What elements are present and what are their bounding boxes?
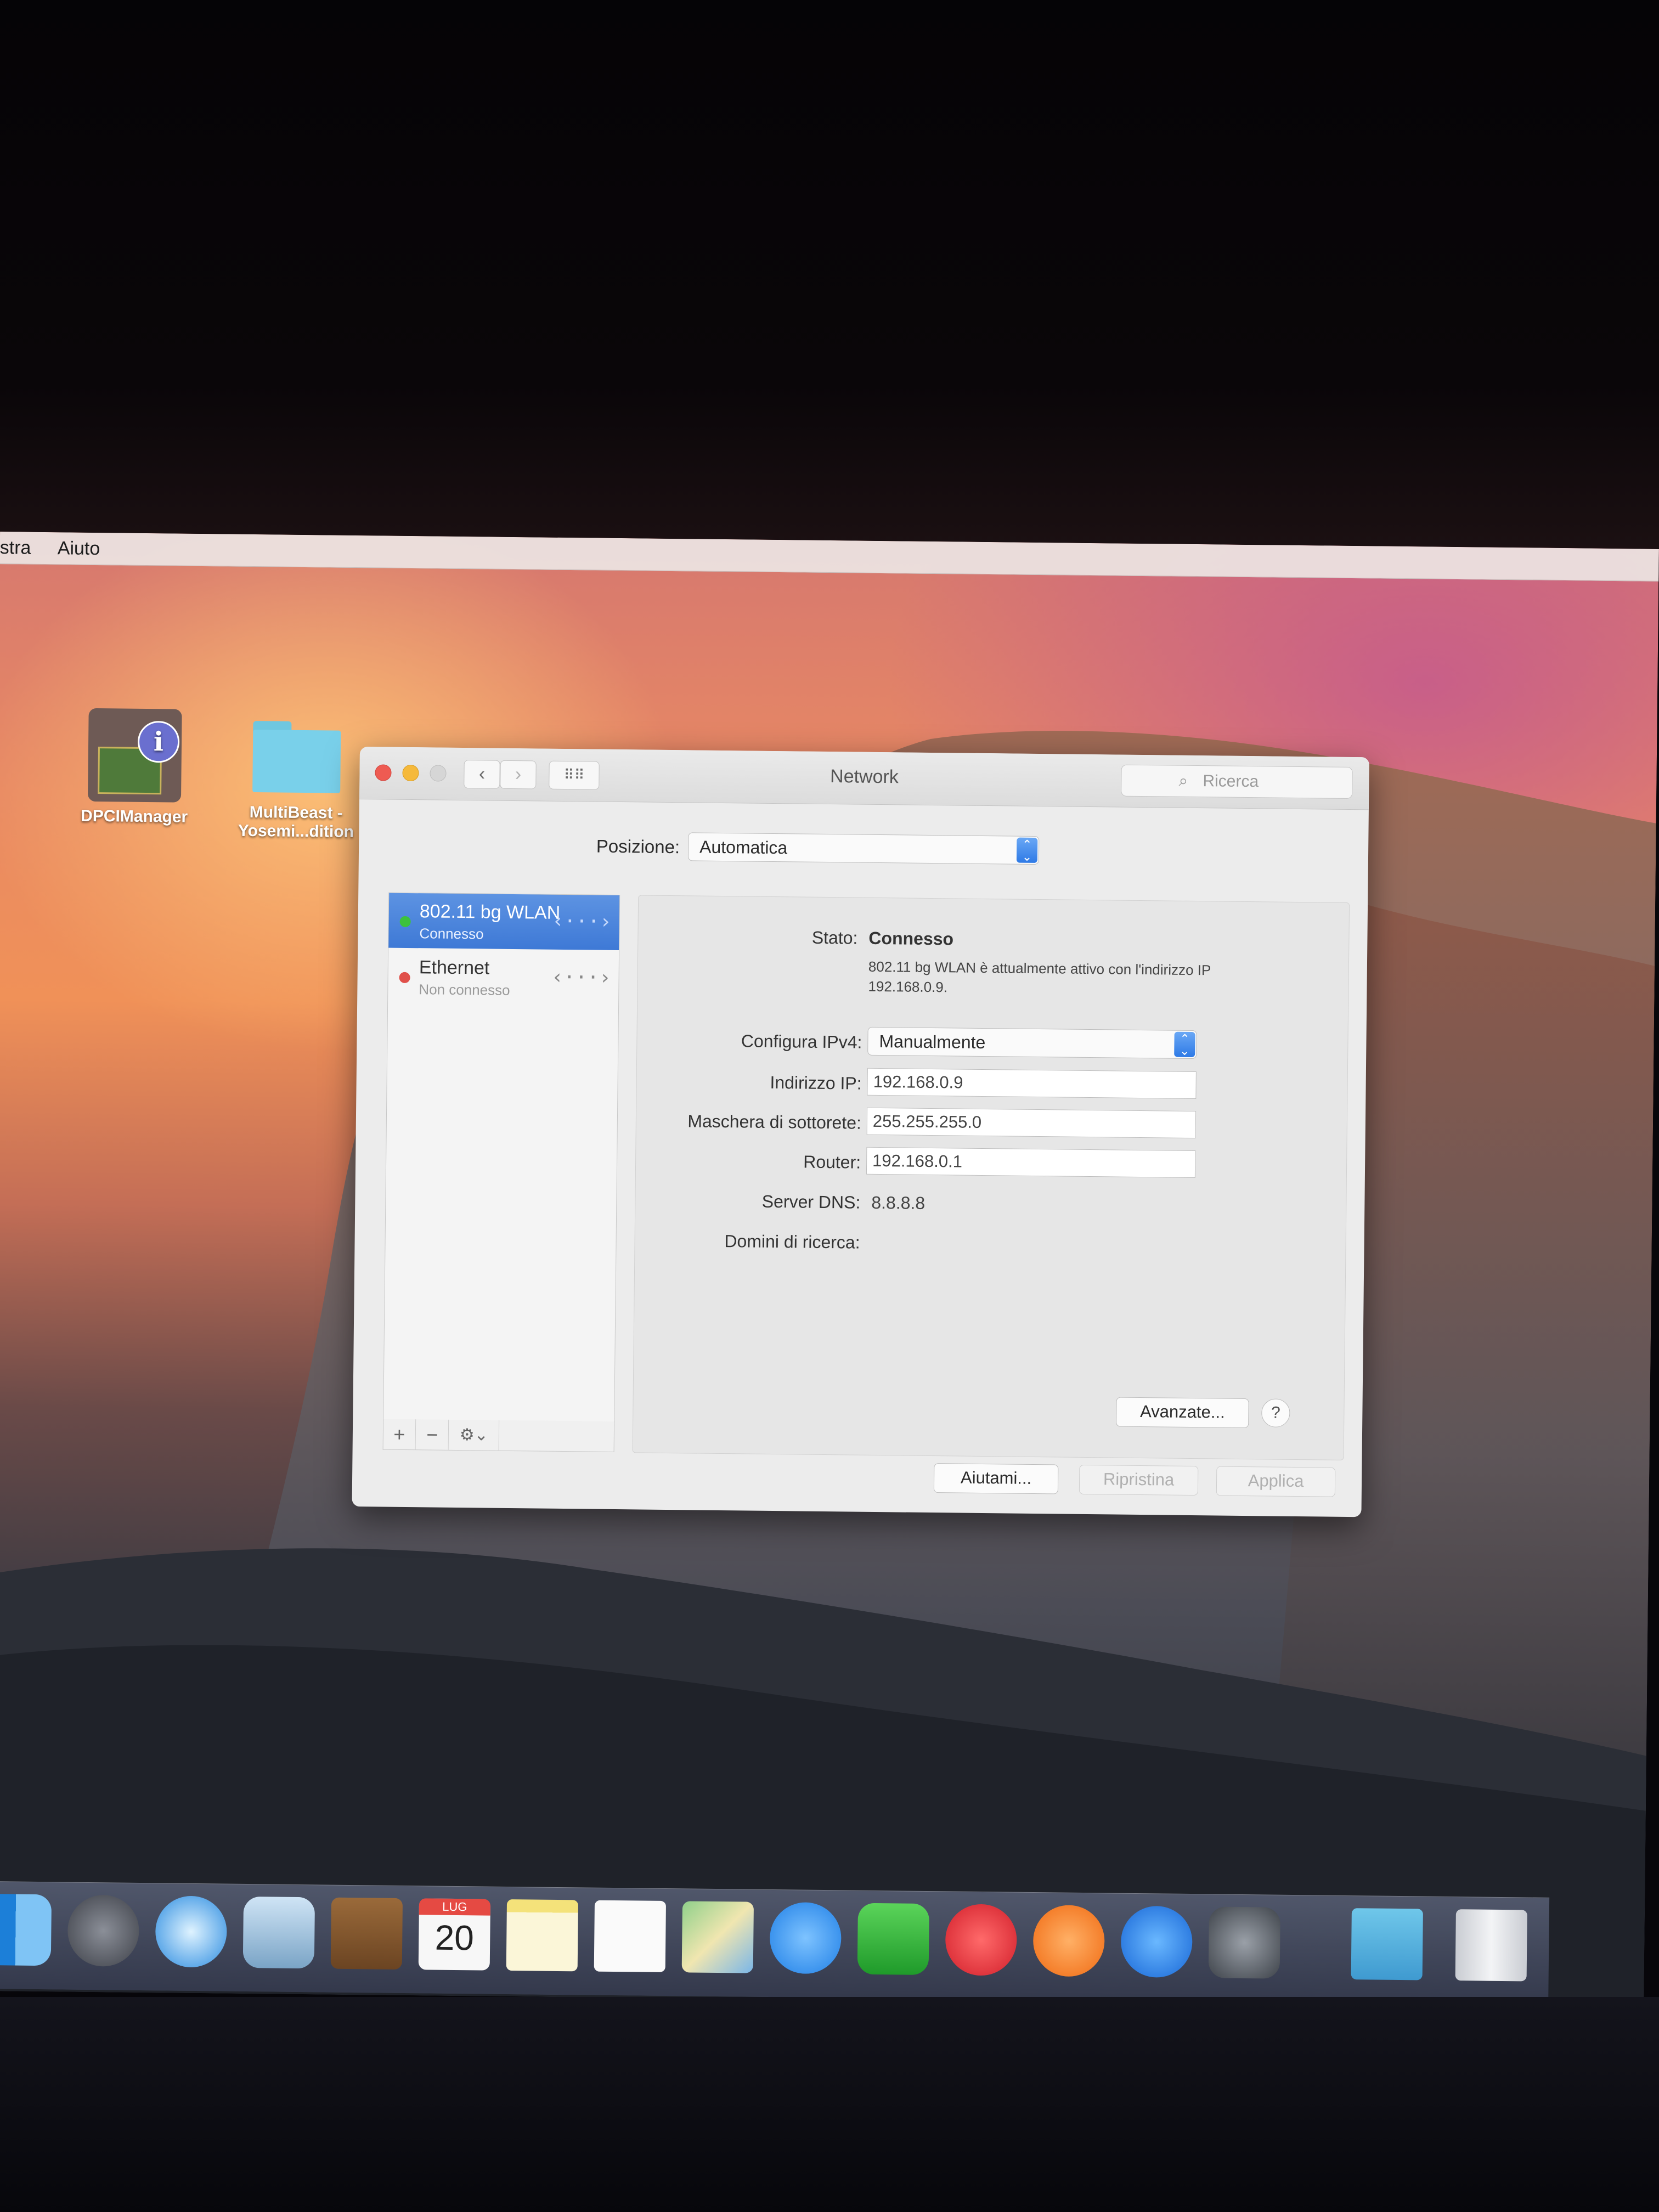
safari-icon[interactable] — [155, 1895, 228, 1968]
messages-icon[interactable] — [769, 1902, 842, 1974]
photo-dark-top — [0, 0, 1659, 549]
notes-icon[interactable] — [506, 1899, 579, 1972]
status-value: Connesso — [868, 928, 954, 949]
search-icon: ⌕ — [1178, 771, 1188, 790]
service-status: Non connesso — [419, 981, 510, 998]
facetime-icon[interactable] — [857, 1903, 929, 1976]
location-popup[interactable]: Automatica ⌃ ⌄ — [687, 832, 1040, 865]
add-service-button[interactable]: + — [383, 1419, 416, 1450]
launchpad-icon[interactable] — [67, 1894, 140, 1967]
popup-arrows-icon: ⌃ ⌄ — [1174, 1031, 1195, 1058]
status-description-line2: 192.168.0.9. — [868, 978, 948, 996]
configure-ipv4-value: Manualmente — [879, 1031, 986, 1053]
remove-service-button[interactable]: − — [416, 1419, 449, 1450]
mail-icon[interactable] — [242, 1896, 315, 1969]
ip-address-label: Indirizzo IP: — [770, 1072, 862, 1093]
trash-icon[interactable] — [1455, 1909, 1527, 1982]
desktop-icon-label-line1: MultiBeast - — [249, 803, 343, 822]
gear-menu-button[interactable]: ⚙⌄ — [449, 1419, 500, 1451]
apply-button[interactable]: Applica — [1216, 1466, 1336, 1497]
search-field[interactable]: ⌕ Ricerca — [1121, 764, 1353, 799]
advanced-button[interactable]: Avanzate... — [1116, 1397, 1249, 1429]
app-store-icon[interactable] — [1120, 1905, 1193, 1978]
status-description-line1: 802.11 bg WLAN è attualmente attivo con … — [868, 958, 1211, 979]
service-detail-pane: Stato: Connesso 802.11 bg WLAN è attualm… — [632, 895, 1350, 1460]
itunes-icon[interactable] — [945, 1904, 1017, 1976]
status-dot-icon — [399, 916, 411, 928]
downloads-folder-icon[interactable] — [1351, 1908, 1423, 1980]
maps-icon[interactable] — [681, 1901, 754, 1973]
status-dot-icon — [399, 972, 410, 984]
dns-server-label: Server DNS: — [761, 1191, 861, 1212]
gear-icon: ⚙⌄ — [459, 1426, 489, 1444]
desktop-icon-multibeast[interactable]: MultiBeast - Yosemi...dition — [227, 715, 365, 842]
configure-ipv4-popup[interactable]: Manualmente ⌃ ⌄ — [867, 1026, 1197, 1059]
dpcimanager-app-icon: i — [87, 708, 182, 803]
location-label: Posizione: — [596, 836, 680, 857]
dns-server-value: 8.8.8.8 — [871, 1192, 926, 1213]
subnet-mask-label: Maschera di sottorete: — [687, 1111, 862, 1133]
search-domains-label: Domini di ricerca: — [724, 1231, 860, 1252]
service-status: Connesso — [419, 925, 484, 943]
service-item-ethernet[interactable]: Ethernet Non connesso ‹···› — [388, 949, 619, 1006]
location-value: Automatica — [699, 837, 788, 858]
system-preferences-icon[interactable] — [1208, 1906, 1280, 1979]
service-name: Ethernet — [419, 957, 490, 979]
subnet-mask-field[interactable]: 255.255.255.0 — [866, 1107, 1197, 1139]
assist-me-button[interactable]: Aiutami... — [933, 1463, 1059, 1494]
finder-icon[interactable] — [0, 1893, 52, 1966]
search-placeholder: Ricerca — [1203, 772, 1259, 791]
service-name: 802.11 bg WLAN — [419, 901, 561, 923]
desktop-icon-dpcimanager[interactable]: i DPCIManager — [68, 708, 201, 827]
ip-address-field[interactable]: 192.168.0.9 — [867, 1068, 1197, 1099]
menu-item-window[interactable]: stra — [0, 537, 31, 559]
router-label: Router: — [803, 1152, 861, 1172]
service-list-toolbar: + − ⚙⌄ — [382, 1419, 615, 1452]
folder-icon — [252, 721, 341, 793]
configure-ipv4-label: Configura IPv4: — [741, 1031, 862, 1052]
menu-item-help[interactable]: Aiuto — [58, 538, 100, 560]
desktop-icon-label-line2: Yosemi...dition — [238, 821, 354, 841]
network-preferences-window: ‹ › ⠿⠿ Network ⌕ Ricerca Posizione: Auto… — [352, 747, 1369, 1517]
calendar-icon[interactable]: LUG 20 — [418, 1898, 491, 1971]
ethernet-service-icon: ‹···› — [551, 966, 611, 989]
photo-dark-bottom — [0, 1997, 1659, 2212]
window-titlebar: ‹ › ⠿⠿ Network ⌕ Ricerca — [359, 747, 1369, 810]
desktop-screen: stra Aiuto i DPCIManager MultiBeast - Yo… — [0, 532, 1659, 2008]
ibooks-icon[interactable] — [1032, 1905, 1105, 1977]
contacts-icon[interactable] — [330, 1897, 403, 1970]
revert-button[interactable]: Ripristina — [1079, 1464, 1199, 1496]
calendar-day: 20 — [435, 1917, 475, 1958]
help-button[interactable]: ? — [1261, 1398, 1290, 1427]
desktop-icon-label: DPCIManager — [80, 806, 188, 826]
popup-arrows-icon: ⌃ ⌄ — [1016, 837, 1038, 864]
router-field[interactable]: 192.168.0.1 — [866, 1147, 1196, 1178]
dock: LUG 20 — [0, 1881, 1550, 2005]
calendar-month: LUG — [419, 1898, 491, 1916]
reminders-icon[interactable] — [594, 1900, 667, 1973]
status-label: Stato: — [811, 927, 858, 948]
